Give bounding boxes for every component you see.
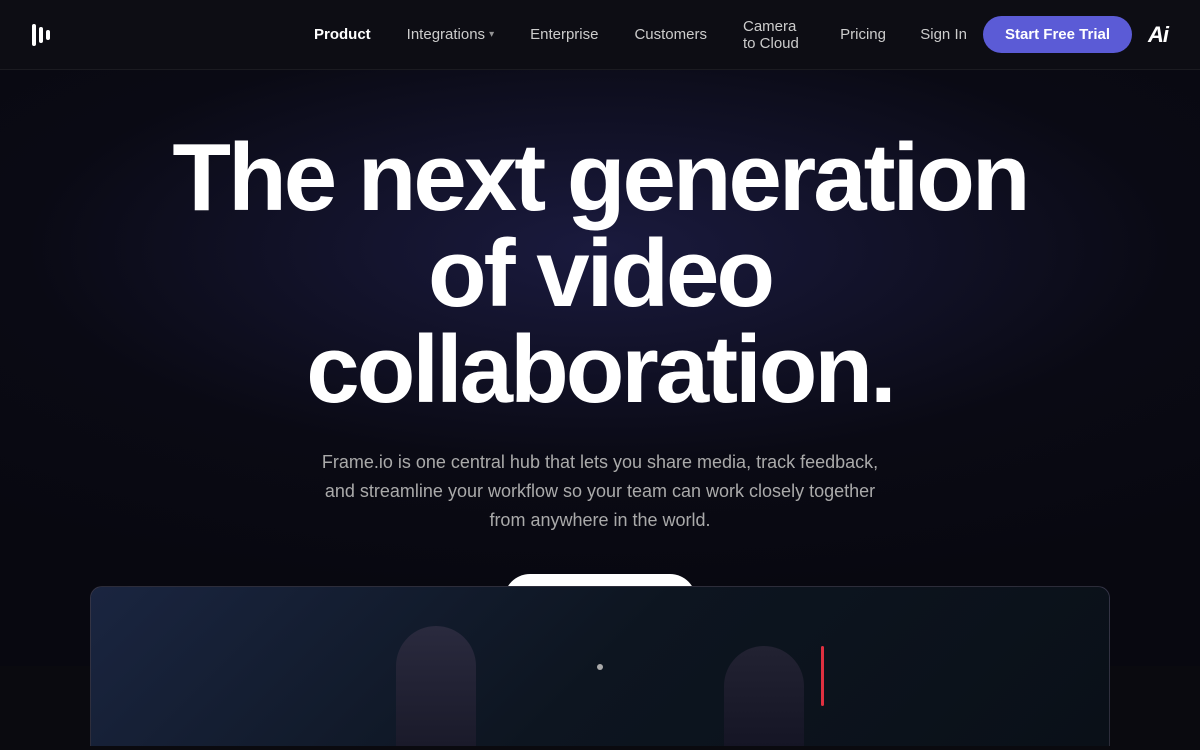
- screen-content: [91, 587, 1109, 746]
- figure-right: [724, 646, 804, 746]
- logo-bar-1: [32, 24, 36, 46]
- nav-left: [32, 24, 50, 46]
- nav-link-integrations[interactable]: Integrations ▾: [393, 18, 508, 51]
- laptop-preview: [90, 586, 1110, 746]
- nav-link-customers[interactable]: Customers: [620, 18, 721, 51]
- hero-title: The next generation of video collaborati…: [150, 130, 1050, 418]
- logo-icon: [32, 24, 50, 46]
- nav-right: Sign In Start Free Trial Ai: [920, 16, 1168, 53]
- laptop-screen: [91, 587, 1109, 746]
- nav-link-enterprise[interactable]: Enterprise: [516, 18, 612, 51]
- nav-integrations-label: Integrations: [407, 26, 485, 43]
- chevron-down-icon: ▾: [489, 29, 494, 40]
- nav-link-product[interactable]: Product: [300, 18, 385, 51]
- red-accent-bar: [821, 646, 824, 706]
- logo-bar-3: [46, 30, 50, 40]
- nav-link-camera-to-cloud[interactable]: Camera to Cloud: [729, 10, 818, 60]
- nav-center: Product Integrations ▾ Enterprise Custom…: [300, 10, 900, 60]
- screen-dot: [597, 664, 603, 670]
- hero-subtitle: Frame.io is one central hub that lets yo…: [320, 448, 880, 534]
- navbar: Product Integrations ▾ Enterprise Custom…: [0, 0, 1200, 70]
- nav-link-pricing[interactable]: Pricing: [826, 18, 900, 51]
- sign-in-link[interactable]: Sign In: [920, 26, 967, 43]
- hero-title-line2: of video collaboration.: [306, 220, 893, 423]
- logo[interactable]: [32, 24, 50, 46]
- figure-left: [396, 626, 476, 746]
- hero-section: The next generation of video collaborati…: [0, 70, 1200, 666]
- logo-bar-2: [39, 27, 43, 43]
- nav-trial-button[interactable]: Start Free Trial: [983, 16, 1132, 53]
- adobe-logo-icon: Ai: [1148, 22, 1168, 48]
- hero-title-line1: The next generation: [172, 124, 1027, 231]
